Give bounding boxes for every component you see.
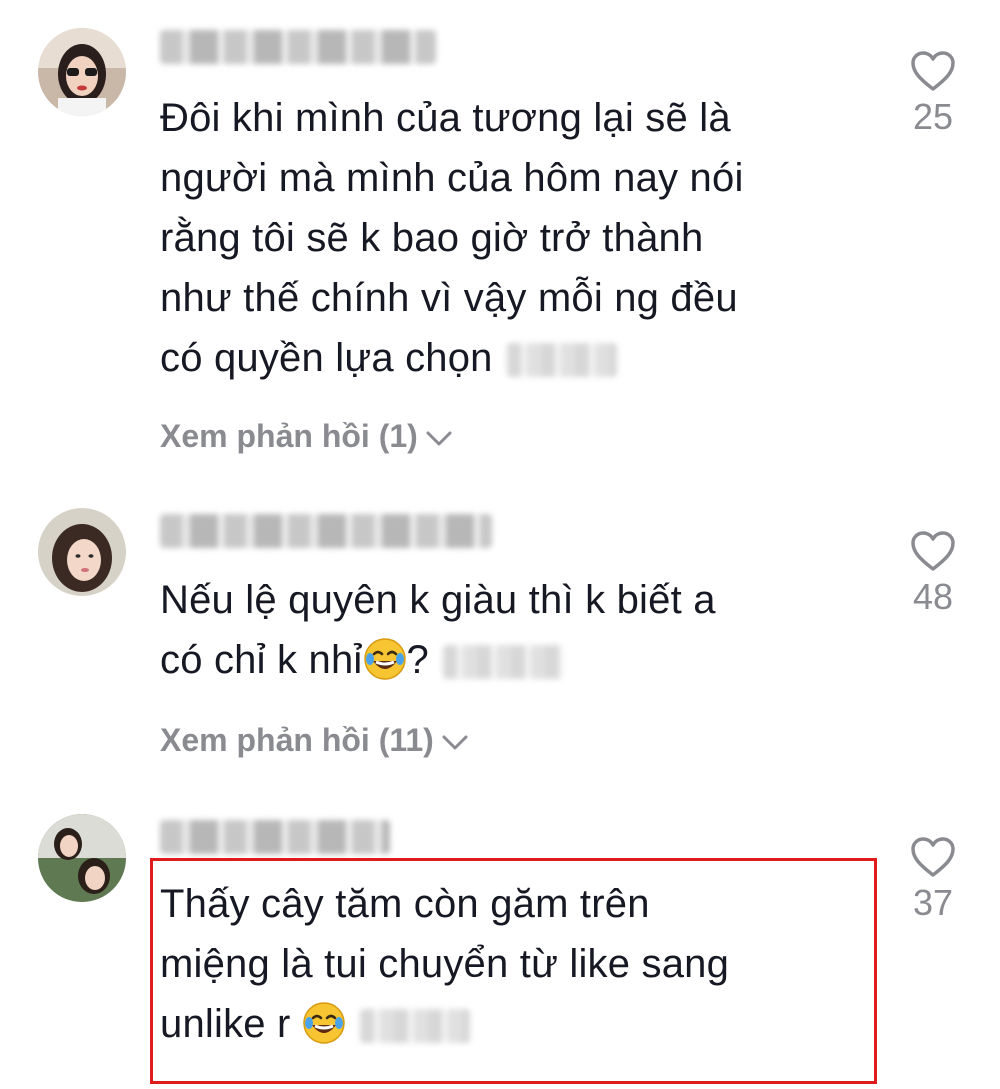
like-count: 25 bbox=[912, 96, 954, 137]
comment-line: có chỉ k nhỉ bbox=[160, 638, 363, 682]
username-blurred[interactable] bbox=[160, 30, 436, 64]
comment-line: người mà mình của hôm nay nói bbox=[160, 156, 744, 200]
comment-line: rằng tôi sẽ k bao giờ trở thành bbox=[160, 216, 704, 260]
comment-line: như thế chính vì vậy mỗi ng đều bbox=[160, 276, 738, 320]
highlight-box bbox=[150, 858, 877, 1084]
chevron-down-icon bbox=[426, 418, 452, 455]
face-with-tears-of-joy-icon bbox=[363, 637, 407, 681]
heart-outline-icon bbox=[911, 51, 955, 91]
avatar[interactable] bbox=[38, 28, 126, 116]
timestamp-blurred bbox=[506, 343, 617, 378]
avatar[interactable] bbox=[38, 508, 126, 596]
like-button[interactable]: 37 bbox=[905, 836, 961, 924]
comment-line: có quyền lựa chọn bbox=[160, 336, 493, 380]
comment-text: Đôi khi mình của tương lại sẽ là người m… bbox=[160, 88, 860, 388]
view-replies-label: Xem phản hồi (1) bbox=[160, 418, 418, 454]
username-blurred[interactable] bbox=[160, 514, 492, 548]
timestamp-blurred bbox=[442, 645, 563, 680]
heart-outline-icon bbox=[911, 837, 955, 877]
like-count: 37 bbox=[912, 882, 954, 923]
avatar[interactable] bbox=[38, 814, 126, 902]
comment-line: ? bbox=[406, 638, 429, 682]
comment-line: Đôi khi mình của tương lại sẽ là bbox=[160, 96, 731, 140]
chevron-down-icon bbox=[442, 722, 468, 759]
username-blurred[interactable] bbox=[160, 820, 390, 854]
view-replies-button[interactable]: Xem phản hồi (11) bbox=[160, 722, 468, 759]
like-button[interactable]: 25 bbox=[905, 50, 961, 138]
heart-outline-icon bbox=[911, 531, 955, 571]
comment-text: Nếu lệ quyên k giàu thì k biết a có chỉ … bbox=[160, 570, 860, 690]
view-replies-label: Xem phản hồi (11) bbox=[160, 722, 434, 758]
like-button[interactable]: 48 bbox=[905, 530, 961, 618]
like-count: 48 bbox=[912, 576, 954, 617]
comment-line: Nếu lệ quyên k giàu thì k biết a bbox=[160, 578, 716, 622]
view-replies-button[interactable]: Xem phản hồi (1) bbox=[160, 418, 452, 455]
